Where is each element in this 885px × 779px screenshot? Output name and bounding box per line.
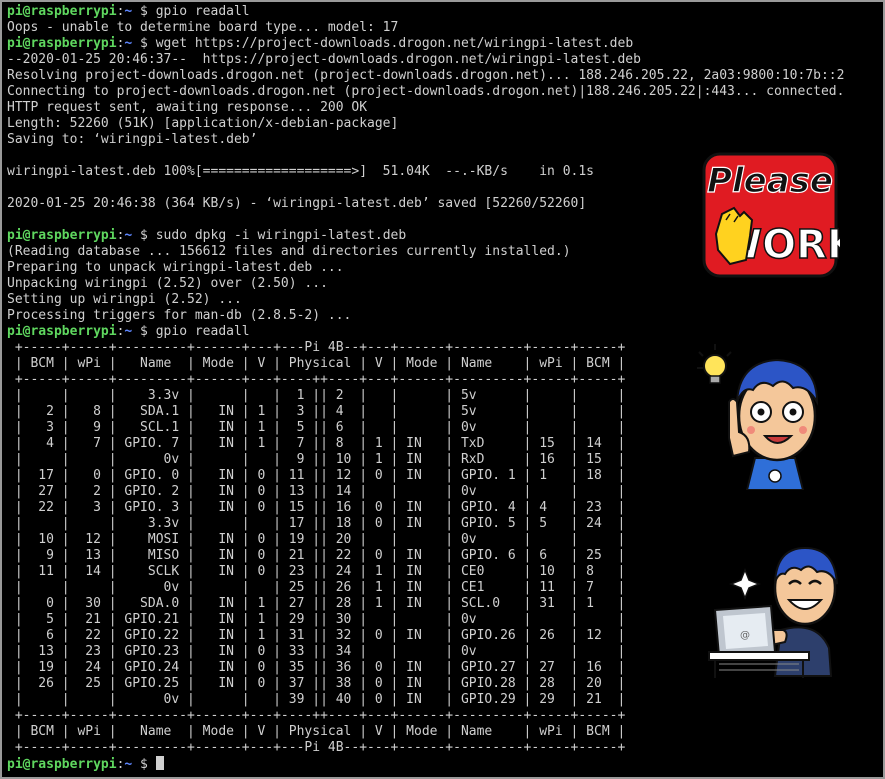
command-text: gpio readall: [155, 4, 250, 19]
sparkle-icon: [728, 567, 762, 601]
laptop-boy-sticker: @: [705, 540, 850, 680]
table-border: +-----+-----+---------+------+---+---Pi …: [7, 740, 626, 755]
output-line: Oops - unable to determine board type...…: [7, 20, 399, 35]
output-line: Saving to: ‘wiringpi-latest.deb’: [7, 132, 258, 147]
prompt-line: pi@raspberrypi:~ $ gpio readall: [7, 4, 250, 19]
terminal-cursor: [155, 756, 164, 770]
output-line: Processing triggers for man-db (2.8.5-2)…: [7, 308, 352, 323]
output-line: --2020-01-25 20:46:37-- https://project-…: [7, 52, 641, 67]
prompt-user-host: pi@raspberrypi: [7, 4, 117, 19]
please-text: Please: [707, 161, 833, 201]
output-line: Setting up wiringpi (2.52) ...: [7, 292, 242, 307]
prompt-line: pi@raspberrypi:~ $ wget https://project-…: [7, 36, 634, 51]
prompt-user-host: pi@raspberrypi: [7, 228, 117, 243]
laptop-logo: @: [740, 630, 750, 641]
please-work-sticker: Please WORK: [700, 150, 861, 280]
prompt-user-host: pi@raspberrypi: [7, 36, 117, 51]
prompt-line: pi@raspberrypi:~ $ gpio readall: [7, 324, 250, 339]
command-text: wget https://project-downloads.drogon.ne…: [155, 36, 634, 51]
idea-boy-sticker: [695, 340, 835, 491]
output-line: Connecting to project-downloads.drogon.n…: [7, 84, 845, 99]
prompt-user-host: pi@raspberrypi: [7, 324, 117, 339]
output-line: Length: 52260 (51K) [application/x-debia…: [7, 116, 399, 131]
output-line: HTTP request sent, awaiting response... …: [7, 100, 368, 115]
prompt-user-host: pi@raspberrypi: [7, 757, 117, 772]
table-row: | 22 | 3 | GPIO. 3 | IN | 0 | 15 || 16 |…: [7, 500, 626, 515]
prompt-line: pi@raspberrypi:~ $: [7, 756, 883, 772]
table-footer: | BCM | wPi | Name | Mode | V | Physical…: [7, 724, 626, 739]
table-border: +-----+-----+---------+------+---+----++…: [7, 708, 626, 723]
command-text: sudo dpkg -i wiringpi-latest.deb: [155, 228, 407, 243]
table-row: | | | 0v | | | 39 || 40 | 0 | IN | GPIO.…: [7, 692, 626, 707]
output-line: Resolving project-downloads.drogon.net (…: [7, 68, 845, 83]
table-row: | | | 3.3v | | | 17 || 18 | 0 | IN | GPI…: [7, 516, 626, 531]
command-text: gpio readall: [155, 324, 250, 339]
lightbulb-icon: [703, 354, 727, 378]
